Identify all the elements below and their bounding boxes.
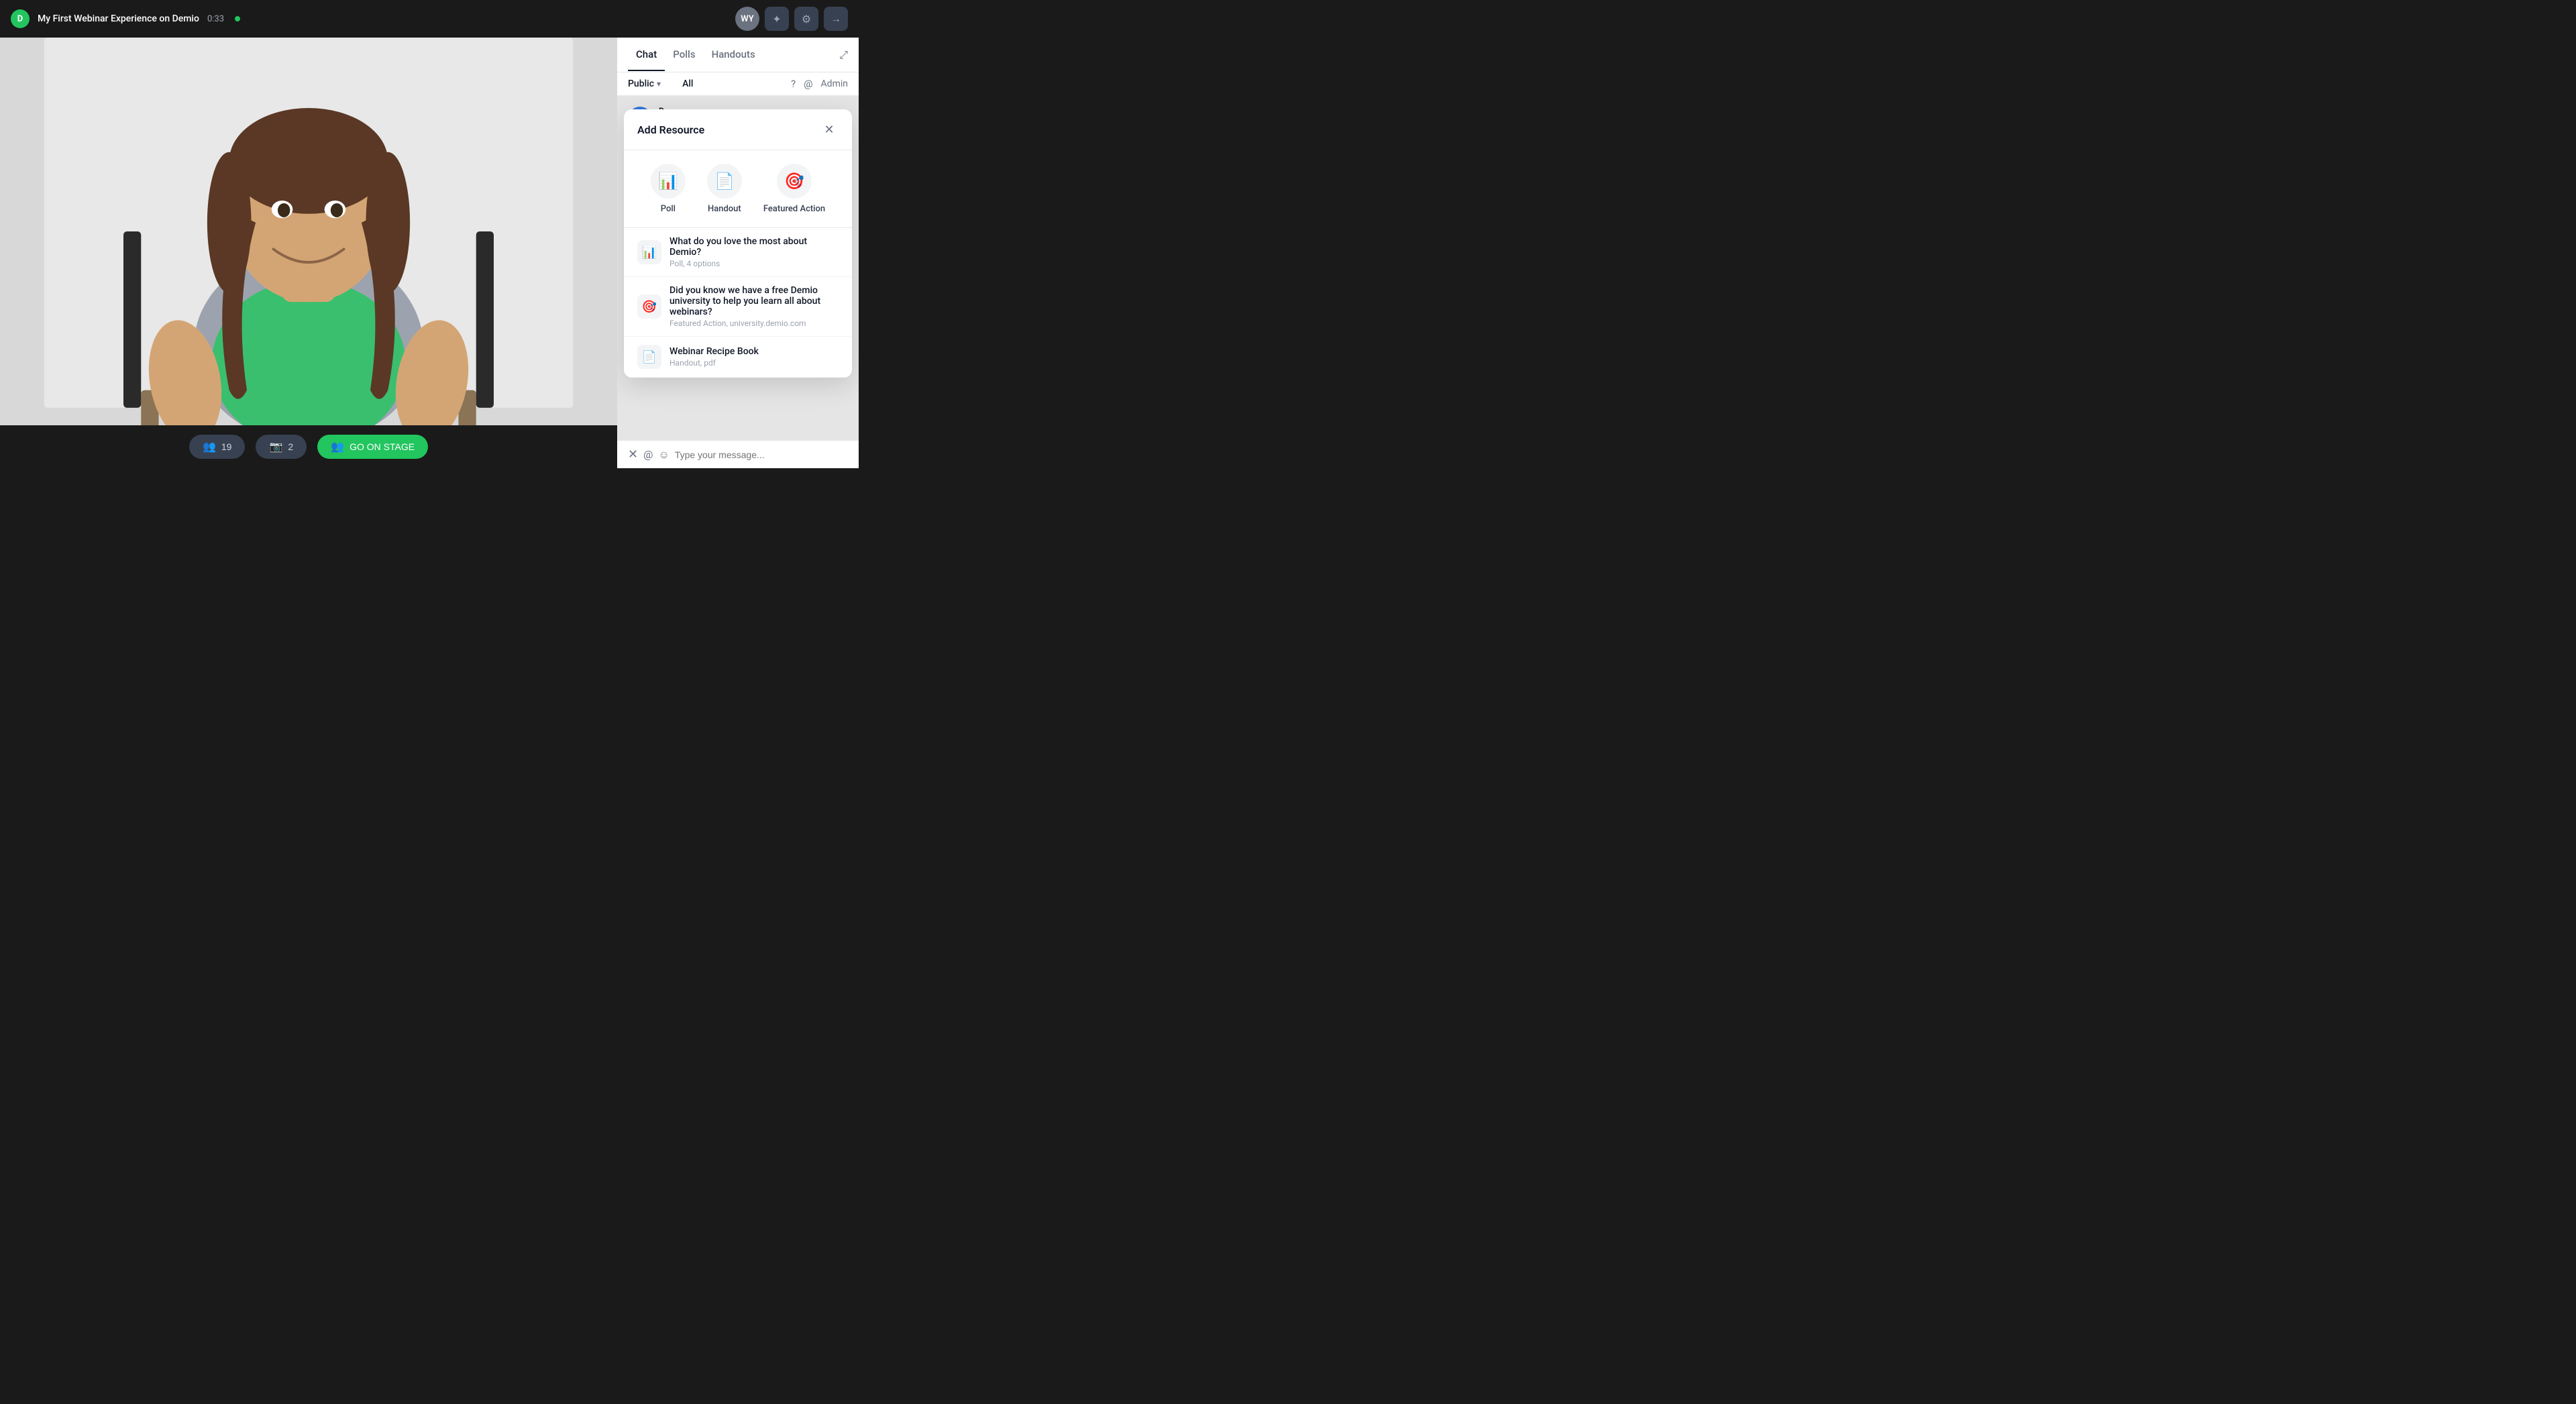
poll-label: Poll (661, 204, 676, 214)
at-icon[interactable]: @ (643, 448, 653, 461)
panel-header: Chat Polls Handouts ⤢ (617, 38, 859, 72)
panel-expand-icon[interactable]: ⤢ (839, 48, 848, 62)
modal-close-button[interactable]: ✕ (820, 120, 839, 139)
resource-type-handout[interactable]: 📄 Handout (707, 164, 742, 214)
featured-action-label: Featured Action (763, 204, 825, 214)
modal-header: Add Resource ✕ (624, 109, 852, 150)
resource-name: What do you love the most about Demio? (669, 236, 839, 258)
exit-button[interactable]: → (824, 7, 848, 31)
video-feed (0, 38, 617, 425)
expand-button[interactable]: ✦ (765, 7, 789, 31)
resource-type-row: 📊 Poll 📄 Handout 🎯 Featured Action (624, 150, 852, 228)
cameras-button[interactable]: 📷 2 (256, 435, 307, 459)
poll-icon: 📊 (651, 164, 686, 199)
resource-name: Webinar Recipe Book (669, 346, 759, 357)
tab-polls[interactable]: Polls (665, 39, 703, 71)
video-content (0, 38, 617, 425)
settings-button[interactable]: ⚙ (794, 7, 818, 31)
resource-list: 📊 What do you love the most about Demio?… (624, 228, 852, 378)
cameras-count: 2 (288, 441, 293, 452)
attendees-count: 19 (221, 441, 232, 452)
resource-name: Did you know we have a free Demio univer… (669, 285, 839, 317)
video-controls: 👥 19 📷 2 👥 GO ON STAGE (0, 425, 617, 468)
resource-poll-icon: 📊 (637, 240, 661, 264)
handout-label: Handout (708, 204, 741, 214)
resource-desc: Handout, pdf (669, 358, 759, 368)
resource-handout-icon: 📄 (637, 345, 661, 369)
modal-overlay: Add Resource ✕ 📊 Poll 📄 Handout (617, 96, 859, 440)
filter-chevron-icon: ▾ (657, 79, 661, 89)
help-icon[interactable]: ? (791, 78, 796, 90)
go-on-stage-button[interactable]: 👥 GO ON STAGE (317, 435, 428, 459)
tab-handouts[interactable]: Handouts (704, 39, 763, 71)
close-icon[interactable]: ✕ (628, 447, 638, 462)
filter-icons: ? @ Admin (791, 78, 848, 90)
chat-input[interactable] (675, 449, 848, 460)
live-indicator (235, 16, 240, 21)
featured-action-icon: 🎯 (777, 164, 812, 199)
tab-chat[interactable]: Chat (628, 39, 665, 71)
topbar: D My First Webinar Experience on Demio 0… (0, 0, 859, 38)
attendees-button[interactable]: 👥 19 (189, 435, 246, 459)
video-area: 👥 19 📷 2 👥 GO ON STAGE (0, 38, 617, 468)
chat-messages: D Dave Hey everyone! Dave here from Cali… (617, 96, 859, 440)
chat-input-bar: ✕ @ ☺ (617, 440, 859, 468)
list-item[interactable]: 🎯 Did you know we have a free Demio univ… (624, 277, 852, 337)
filter-all[interactable]: All (682, 78, 693, 89)
main-layout: 👥 19 📷 2 👥 GO ON STAGE Chat Polls Han (0, 38, 859, 468)
session-timer: 0:33 (207, 14, 224, 24)
list-item[interactable]: 📊 What do you love the most about Demio?… (624, 228, 852, 277)
emoji-icon[interactable]: ☺ (658, 448, 669, 462)
app-logo: D (11, 9, 30, 28)
mention-icon[interactable]: @ (804, 78, 812, 90)
webinar-title: My First Webinar Experience on Demio (38, 13, 199, 24)
modal-title: Add Resource (637, 123, 704, 136)
resource-type-featured-action[interactable]: 🎯 Featured Action (763, 164, 825, 214)
resource-type-poll[interactable]: 📊 Poll (651, 164, 686, 214)
list-item[interactable]: 📄 Webinar Recipe Book Handout, pdf (624, 337, 852, 378)
chat-filter-bar: Public ▾ All ? @ Admin (617, 72, 859, 96)
handout-icon: 📄 (707, 164, 742, 199)
attendees-icon: 👥 (203, 440, 216, 453)
user-avatar: WY (735, 7, 759, 31)
add-resource-modal: Add Resource ✕ 📊 Poll 📄 Handout (624, 109, 852, 378)
filter-public[interactable]: Public ▾ (628, 78, 661, 89)
cameras-icon: 📷 (269, 440, 282, 453)
resource-desc: Poll, 4 options (669, 259, 839, 268)
topbar-right: WY ✦ ⚙ → (735, 7, 848, 31)
resource-featured-icon: 🎯 (637, 294, 661, 319)
resource-desc: Featured Action, university.demio.com (669, 319, 839, 328)
right-panel: Chat Polls Handouts ⤢ Public ▾ All ? @ A… (617, 38, 859, 468)
filter-admin[interactable]: Admin (821, 78, 848, 89)
go-on-stage-icon: 👥 (331, 440, 344, 453)
go-on-stage-label: GO ON STAGE (350, 441, 415, 452)
